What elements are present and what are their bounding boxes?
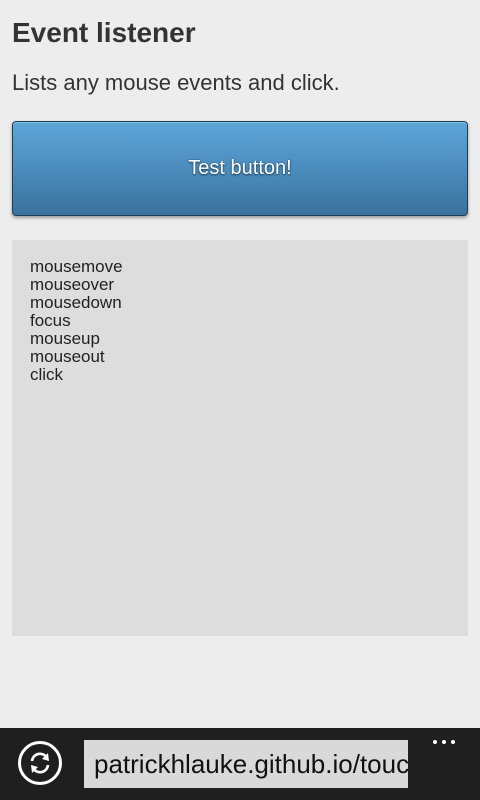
test-button-label: Test button! (188, 157, 292, 179)
refresh-button[interactable] (18, 741, 62, 785)
refresh-icon (30, 752, 50, 774)
test-button[interactable]: Test button! (12, 121, 468, 216)
event-log: mousemove mouseover mousedown focus mous… (12, 240, 468, 636)
log-entry: click (30, 365, 64, 384)
more-icon (433, 740, 437, 744)
page-description: Lists any mouse events and click. (12, 70, 340, 95)
log-entry: mousedown (30, 293, 122, 312)
log-entry: focus (30, 311, 71, 330)
page: Event listener Lists any mouse events an… (0, 0, 480, 800)
address-text: patrickhlauke.github.io/touc (94, 749, 408, 779)
log-entry: mouseover (30, 275, 115, 294)
log-entry: mousemove (30, 257, 123, 276)
more-icon (451, 740, 455, 744)
page-title: Event listener (12, 17, 196, 48)
log-entry: mouseout (30, 347, 105, 366)
address-bar[interactable]: patrickhlauke.github.io/touc (84, 740, 408, 788)
browser-app-bar: patrickhlauke.github.io/touc (0, 728, 480, 800)
more-icon (442, 740, 446, 744)
log-entry: mouseup (30, 329, 100, 348)
more-button[interactable] (424, 730, 464, 754)
